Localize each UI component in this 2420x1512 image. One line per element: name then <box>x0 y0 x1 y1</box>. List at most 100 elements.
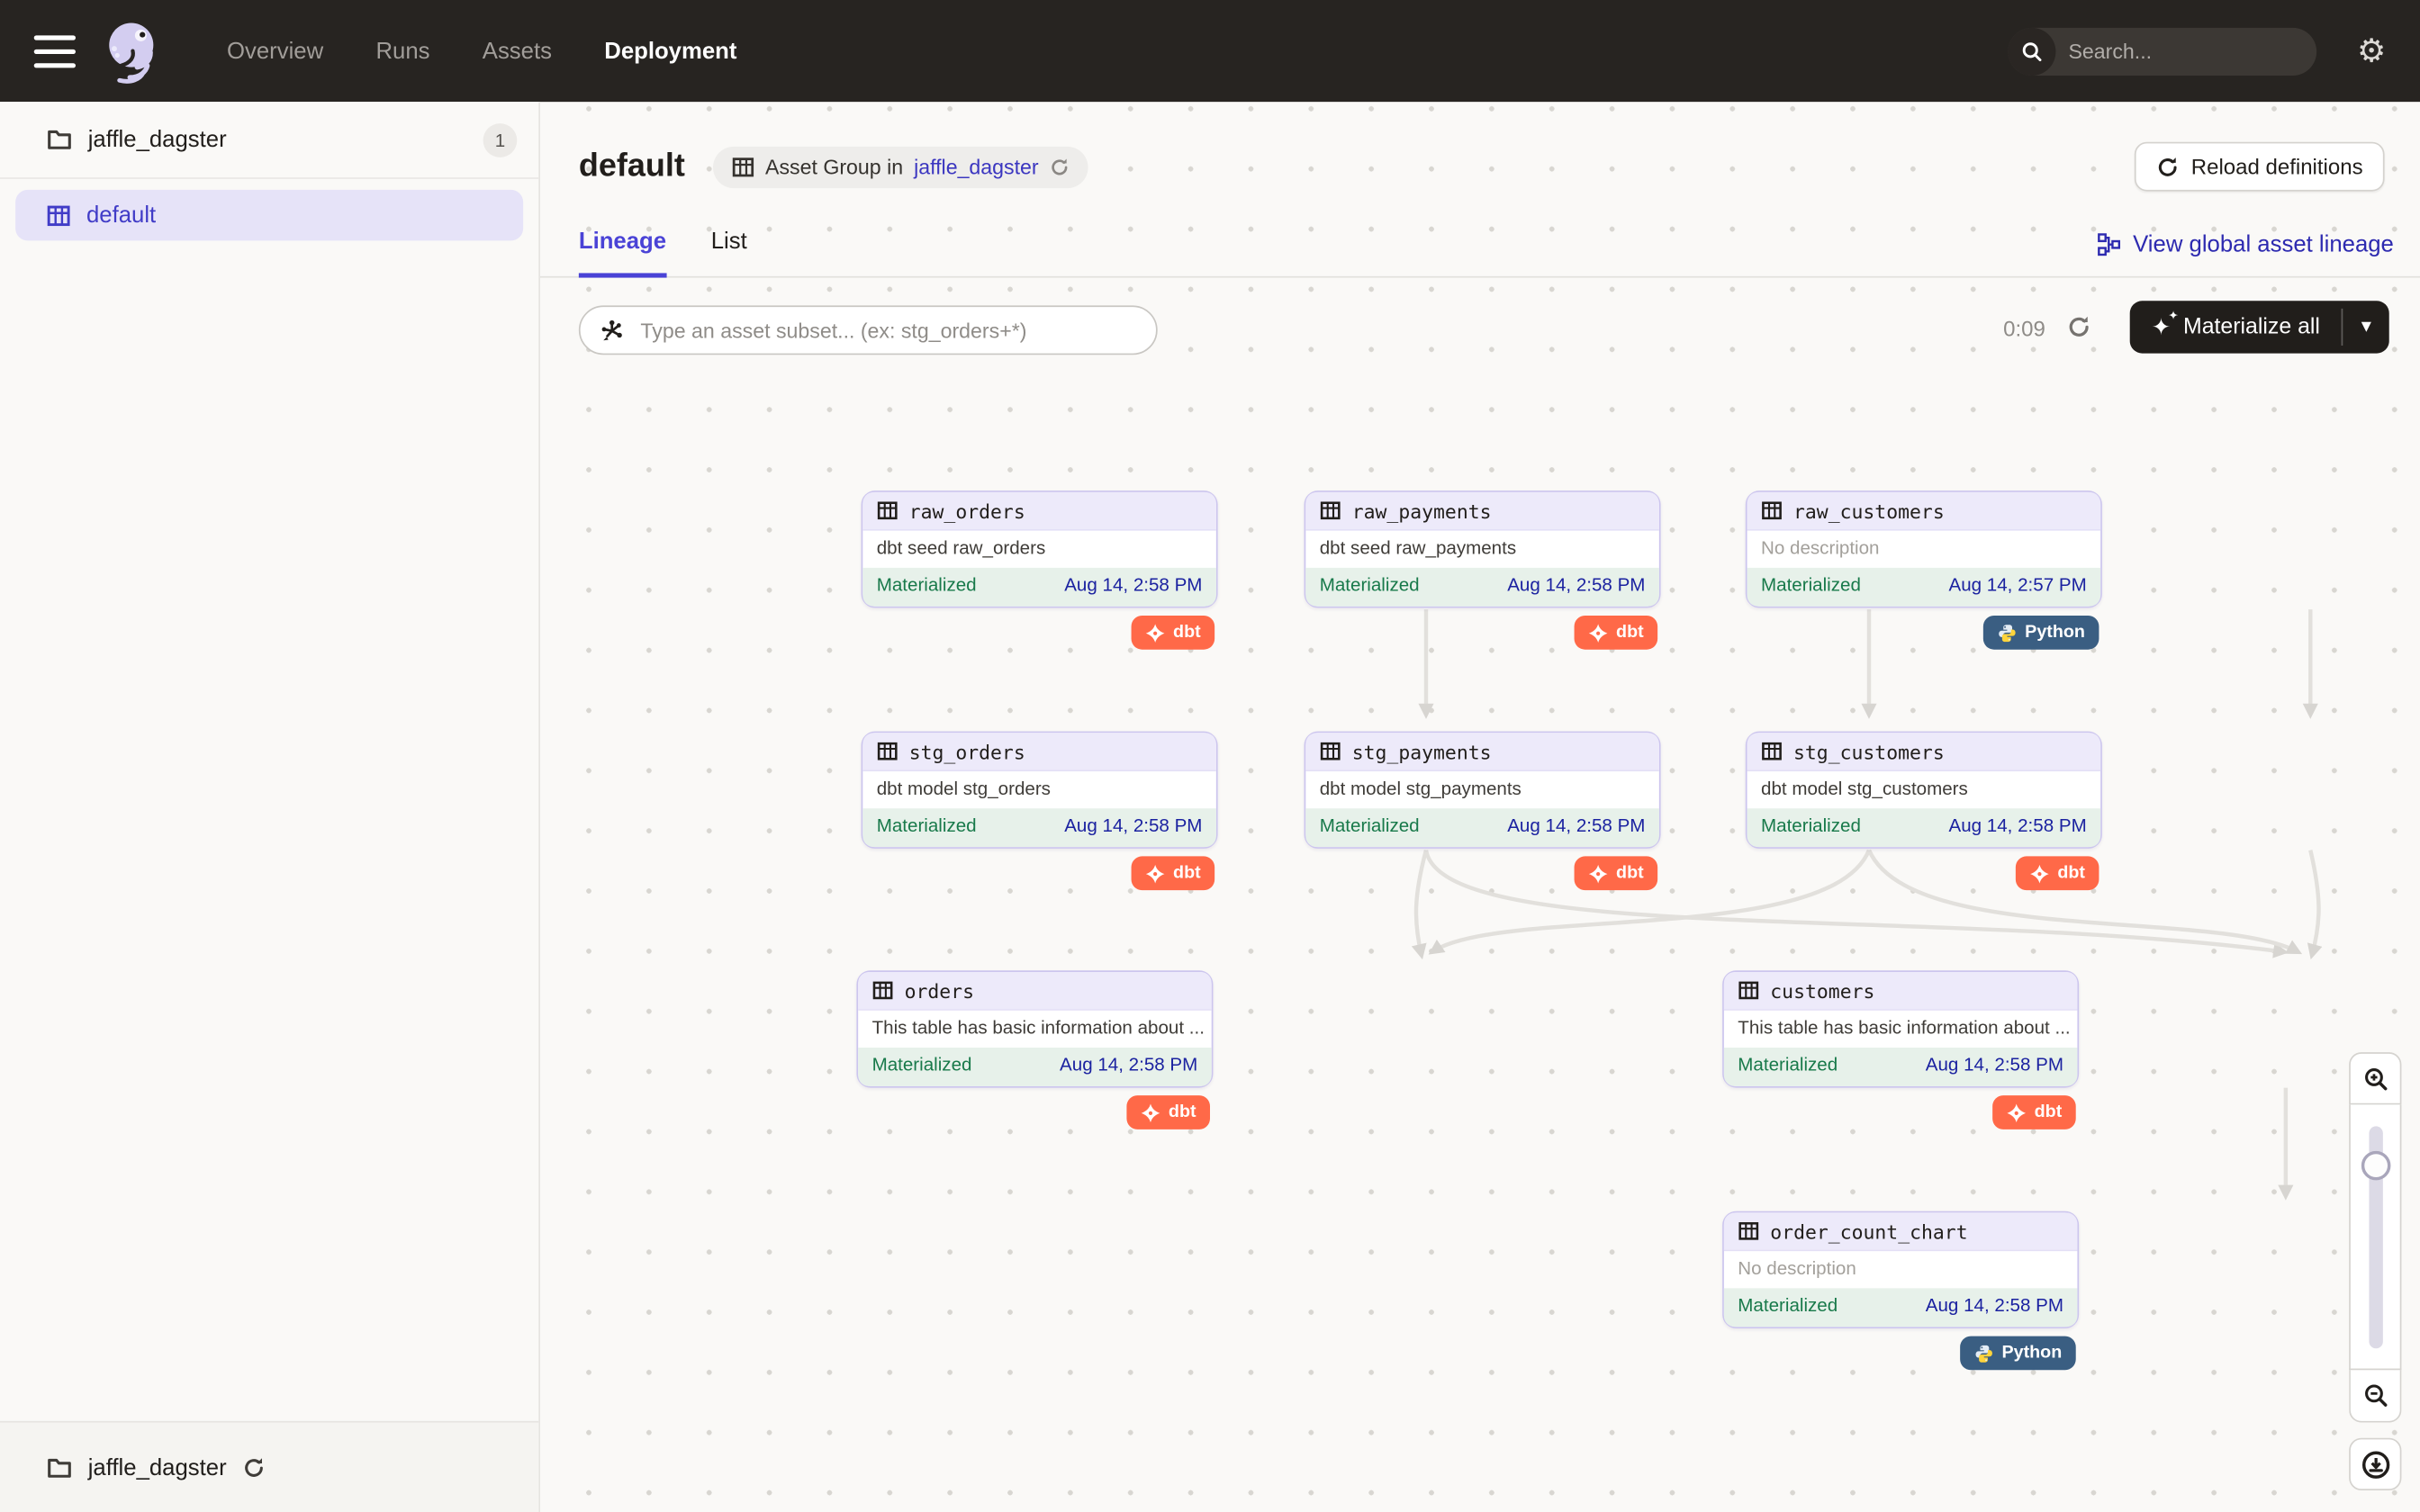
asset-node-raw-orders[interactable]: raw_orders dbt seed raw_orders Materiali… <box>862 490 1218 608</box>
asset-subset-input[interactable] <box>637 317 1137 343</box>
asset-description: dbt seed raw_orders <box>862 531 1216 568</box>
asset-name: stg_orders <box>909 740 1025 763</box>
dbt-badge: dbt <box>1132 856 1215 890</box>
table-icon <box>872 980 894 1002</box>
dbt-badge: dbt <box>1992 1095 2075 1130</box>
table-icon <box>877 741 898 762</box>
asset-status: Materialized <box>877 814 977 841</box>
asset-node-customers[interactable]: customers This table has basic informati… <box>1722 970 2079 1087</box>
asset-node-stg-payments[interactable]: stg_payments dbt model stg_payments Mate… <box>1305 732 1661 849</box>
asset-node-stg-orders[interactable]: stg_orders dbt model stg_orders Material… <box>862 732 1218 849</box>
asset-description: dbt model stg_orders <box>862 771 1216 808</box>
nav-deployment[interactable]: Deployment <box>604 38 736 64</box>
nav-runs[interactable]: Runs <box>375 38 429 64</box>
lineage-graph[interactable]: 0:09 ✦ Materialize all ▼ raw_orders dbt … <box>540 292 2420 1512</box>
zoom-out-button[interactable] <box>2349 1370 2401 1422</box>
materialize-all-split-button: ✦ Materialize all ▼ <box>2130 301 2389 353</box>
hamburger-menu-icon[interactable] <box>34 35 76 68</box>
asset-description: This table has basic information about .… <box>858 1011 1212 1048</box>
asset-materialized-date: Aug 14, 2:58 PM <box>1926 1054 2063 1080</box>
asset-status: Materialized <box>1761 574 1861 600</box>
zoom-in-button[interactable] <box>2349 1052 2401 1104</box>
asset-status: Materialized <box>1738 1054 1838 1080</box>
refresh-timer: 0:09 <box>2003 316 2045 340</box>
asset-status: Materialized <box>1738 1294 1838 1320</box>
view-global-asset-lineage-link[interactable]: View global asset lineage <box>2098 231 2394 276</box>
page-title: default <box>579 148 685 185</box>
search-input[interactable] <box>2056 40 2317 63</box>
asset-name: stg_payments <box>1352 740 1492 763</box>
python-badge: Python <box>1983 616 2099 650</box>
asset-materialized-date: Aug 14, 2:58 PM <box>1507 814 1645 841</box>
asset-name: orders <box>905 979 974 1003</box>
python-badge: Python <box>1960 1336 2076 1371</box>
asset-subset-filter[interactable] <box>579 305 1158 355</box>
main-header: default Asset Group in jaffle_dagster Re… <box>540 102 2420 191</box>
download-graph-button[interactable] <box>2349 1438 2401 1490</box>
asset-name: order_count_chart <box>1770 1220 1967 1243</box>
asset-group-repo-link[interactable]: jaffle_dagster <box>914 155 1039 178</box>
asset-materialized-date: Aug 14, 2:58 PM <box>1507 574 1645 600</box>
python-logo-icon <box>1997 623 2017 643</box>
reload-definitions-button[interactable]: Reload definitions <box>2134 142 2384 192</box>
group-label: default <box>86 202 156 229</box>
asset-node-raw-payments[interactable]: raw_payments dbt seed raw_payments Mater… <box>1305 490 1661 608</box>
dbt-logo-icon <box>1141 1102 1160 1122</box>
asset-graph-icon <box>599 317 625 343</box>
asset-status: Materialized <box>872 1054 972 1080</box>
asset-group-pill[interactable]: Asset Group in jaffle_dagster <box>713 146 1088 187</box>
refresh-icon[interactable] <box>1050 157 1070 176</box>
asset-node-stg-customers[interactable]: stg_customers dbt model stg_customers Ma… <box>1746 732 2102 849</box>
materialize-all-button[interactable]: ✦ Materialize all <box>2130 301 2342 353</box>
dbt-logo-icon <box>1145 863 1165 883</box>
materialize-dropdown-caret[interactable]: ▼ <box>2343 301 2389 353</box>
dagster-logo-icon[interactable] <box>100 15 165 86</box>
reload-repo-icon[interactable] <box>242 1455 266 1479</box>
search-box[interactable]: / <box>2009 27 2317 75</box>
asset-name: raw_customers <box>1793 500 1945 523</box>
dbt-badge: dbt <box>1575 616 1657 650</box>
sidebar: jaffle_dagster 1 default jaffle_dagster <box>0 102 540 1512</box>
tab-list[interactable]: List <box>711 229 747 276</box>
zoom-controls <box>2349 1052 2401 1490</box>
asset-materialized-date: Aug 14, 2:58 PM <box>1060 1054 1197 1080</box>
asset-materialized-date: Aug 14, 2:58 PM <box>1948 814 2086 841</box>
main-panel: default Asset Group in jaffle_dagster Re… <box>540 102 2420 1512</box>
nav-overview[interactable]: Overview <box>227 38 323 64</box>
asset-node-orders[interactable]: orders This table has basic information … <box>856 970 1213 1087</box>
asset-status: Materialized <box>1761 814 1861 841</box>
sidebar-repo-row[interactable]: jaffle_dagster 1 <box>0 102 538 179</box>
lineage-edges <box>540 292 2420 1512</box>
dbt-logo-icon <box>2007 1102 2027 1122</box>
dbt-badge: dbt <box>2016 856 2099 890</box>
asset-node-raw-customers[interactable]: raw_customers No description Materialize… <box>1746 490 2102 608</box>
dbt-logo-icon <box>1588 623 1608 643</box>
sparkle-icon: ✦ <box>2152 316 2172 339</box>
asset-description: dbt seed raw_payments <box>1305 531 1659 568</box>
table-icon <box>1761 741 1783 762</box>
zoom-slider-handle[interactable] <box>2361 1151 2391 1181</box>
repo-count-badge: 1 <box>483 122 518 157</box>
folder-icon <box>46 1454 72 1480</box>
sidebar-footer: jaffle_dagster <box>0 1421 538 1512</box>
zoom-slider[interactable] <box>2349 1104 2401 1370</box>
asset-materialized-date: Aug 14, 2:58 PM <box>1926 1294 2063 1320</box>
asset-node-order-count-chart[interactable]: order_count_chart No description Materia… <box>1722 1211 2079 1328</box>
asset-status: Materialized <box>1320 574 1420 600</box>
nav-right: / ⚙ <box>2009 27 2387 75</box>
dbt-logo-icon <box>2029 863 2049 883</box>
asset-name: stg_customers <box>1793 740 1945 763</box>
gear-icon[interactable]: ⚙ <box>2357 35 2386 68</box>
tab-bar: Lineage List View global asset lineage <box>540 192 2420 278</box>
asset-name: customers <box>1770 979 1874 1003</box>
table-icon <box>1738 1220 1759 1242</box>
asset-description: No description <box>1724 1251 2078 1288</box>
dbt-logo-icon <box>1588 863 1608 883</box>
tab-lineage[interactable]: Lineage <box>579 229 666 276</box>
nav-assets[interactable]: Assets <box>483 38 552 64</box>
table-icon <box>1738 980 1759 1002</box>
graph-refresh-icon[interactable] <box>2066 315 2090 339</box>
top-nav: Overview Runs Assets Deployment / ⚙ <box>0 0 2420 102</box>
asset-group-pill-text: Asset Group in <box>765 155 903 178</box>
sidebar-item-default-group[interactable]: default <box>15 190 523 241</box>
